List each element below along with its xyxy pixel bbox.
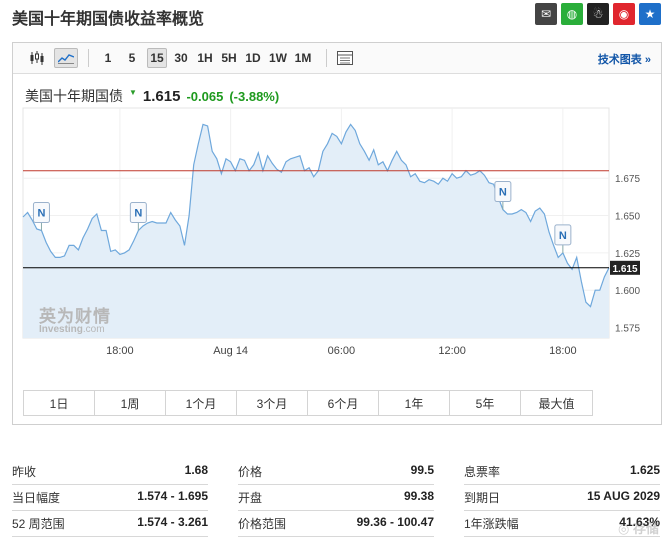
- stat-value: 1.625: [629, 463, 660, 477]
- range-button[interactable]: 最大值: [521, 391, 592, 415]
- investing-logo: 英为财情 Investing.com: [39, 307, 111, 335]
- stat-value: 99.36 - 100.47: [356, 515, 434, 529]
- stat-value: 99.5: [410, 463, 434, 477]
- news-marker-label: N: [37, 207, 45, 219]
- email-share-icon[interactable]: ✉: [535, 3, 557, 25]
- weibo-share-icon[interactable]: ◉: [613, 3, 635, 25]
- stat-row: 到期日 15 AUG 2029: [464, 485, 660, 511]
- stat-label: 价格: [238, 465, 263, 479]
- last-value-label: 1.615: [612, 264, 637, 275]
- range-button[interactable]: 1年: [379, 391, 450, 415]
- stat-label: 息票率: [464, 465, 501, 479]
- x-tick-label: 18:00: [106, 345, 134, 357]
- chart-panel: 技术图表 » 1 5 15 30 1H 5H 1D 1W 1M 美国十年期国债 ▼ 1.615 …: [12, 42, 662, 425]
- news-marker-label: N: [134, 207, 142, 219]
- range-button[interactable]: 6个月: [308, 391, 379, 415]
- x-tick-label: 12:00: [438, 345, 466, 357]
- stat-label: 开盘: [238, 491, 263, 505]
- page-title: 美国十年期国债收益率概览: [12, 11, 205, 28]
- stat-label: 当日幅度: [12, 491, 61, 505]
- stat-row: 52 周范围 1.574 - 3.261: [12, 511, 208, 537]
- news-marker-label: N: [499, 187, 507, 199]
- stat-row: 价格范围 99.36 - 100.47: [238, 511, 434, 537]
- stat-row: 开盘 99.38: [238, 485, 434, 511]
- y-tick-label: 1.575: [615, 324, 640, 335]
- range-button[interactable]: 1个月: [166, 391, 237, 415]
- x-tick-label: Aug 14: [213, 345, 248, 357]
- share-bar: ✉ ◍ ☃ ◉ ★: [535, 3, 661, 25]
- stat-row: 昨收 1.68: [12, 459, 208, 485]
- stat-label: 昨收: [12, 465, 37, 479]
- qq-share-icon[interactable]: ☃: [587, 3, 609, 25]
- x-tick-label: 18:00: [549, 345, 577, 357]
- stat-value: 15 AUG 2029: [587, 489, 660, 503]
- range-button[interactable]: 3个月: [237, 391, 308, 415]
- stat-label: 52 周范围: [12, 517, 65, 531]
- stat-value: 1.574 - 3.261: [137, 515, 208, 529]
- news-marker-label: N: [559, 230, 567, 242]
- x-tick-label: 06:00: [328, 345, 356, 357]
- y-tick-label: 1.675: [615, 174, 640, 185]
- stat-row: 息票率 1.625: [464, 459, 660, 485]
- y-tick-label: 1.625: [615, 249, 640, 260]
- range-button[interactable]: 5年: [450, 391, 521, 415]
- y-tick-label: 1.650: [615, 212, 640, 223]
- range-button[interactable]: 1日: [24, 391, 95, 415]
- stat-value: 99.38: [403, 489, 434, 503]
- range-button[interactable]: 1周: [95, 391, 166, 415]
- price-chart[interactable]: 1.675 1.650 1.625 1.600 1.575 18:00 Aug 14 06:0…: [13, 43, 663, 388]
- stat-label: 到期日: [464, 491, 501, 505]
- stat-row: 当日幅度 1.574 - 1.695: [12, 485, 208, 511]
- wechat-share-icon[interactable]: ◍: [561, 3, 583, 25]
- stat-label: 价格范围: [238, 517, 287, 531]
- watermark: ◎ 存储: [618, 521, 659, 536]
- stats-column: 昨收 1.68 当日幅度 1.574 - 1.695 52 周范围 1.574 - 3.2…: [12, 459, 208, 537]
- stat-value: 1.574 - 1.695: [137, 489, 208, 503]
- y-tick-label: 1.600: [615, 286, 640, 297]
- stat-label: 1年涨跌幅: [464, 517, 519, 531]
- stat-value: 1.68: [184, 463, 208, 477]
- time-range-selector: 1日 1周 1个月 3个月 6个月 1年 5年 最大值: [23, 390, 593, 416]
- stat-row: 价格 99.5: [238, 459, 434, 485]
- favorite-share-icon[interactable]: ★: [639, 3, 661, 25]
- stats-column: 价格 99.5 开盘 99.38 价格范围 99.36 - 100.47: [238, 459, 434, 537]
